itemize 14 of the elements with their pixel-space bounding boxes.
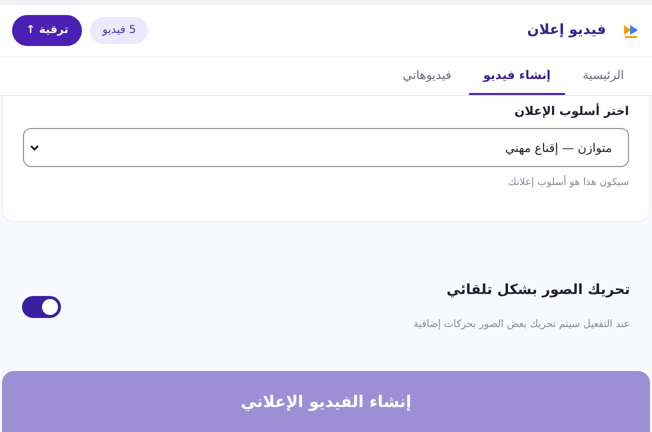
logo-icon — [622, 22, 640, 38]
animate-description: عند التفعيل سيتم تحريك بعض الصور بحركات إضافية — [412, 318, 630, 332]
style-label: اختر أسلوب الإعلان — [514, 102, 629, 120]
app-title: فيديو إعلان — [527, 21, 606, 40]
tab[interactable]: فيديوهاتي — [388, 57, 466, 95]
animate-label: تحريك الصور بشكل تلقائي — [445, 281, 630, 300]
style-select[interactable]: متوازن — إقناع مهني — [23, 128, 629, 167]
style-hint: سيكون هذا هو أسلوب إعلانك — [507, 175, 629, 190]
tab[interactable]: الرئيسية — [568, 57, 638, 95]
credits-badge: 5 فيديو — [90, 17, 148, 44]
animate-toggle[interactable] — [22, 296, 61, 318]
chevron-down-icon — [30, 144, 39, 150]
upgrade-button[interactable]: ترقية ↑ — [12, 15, 82, 46]
select-value: متوازن — إقناع مهني — [505, 140, 612, 156]
